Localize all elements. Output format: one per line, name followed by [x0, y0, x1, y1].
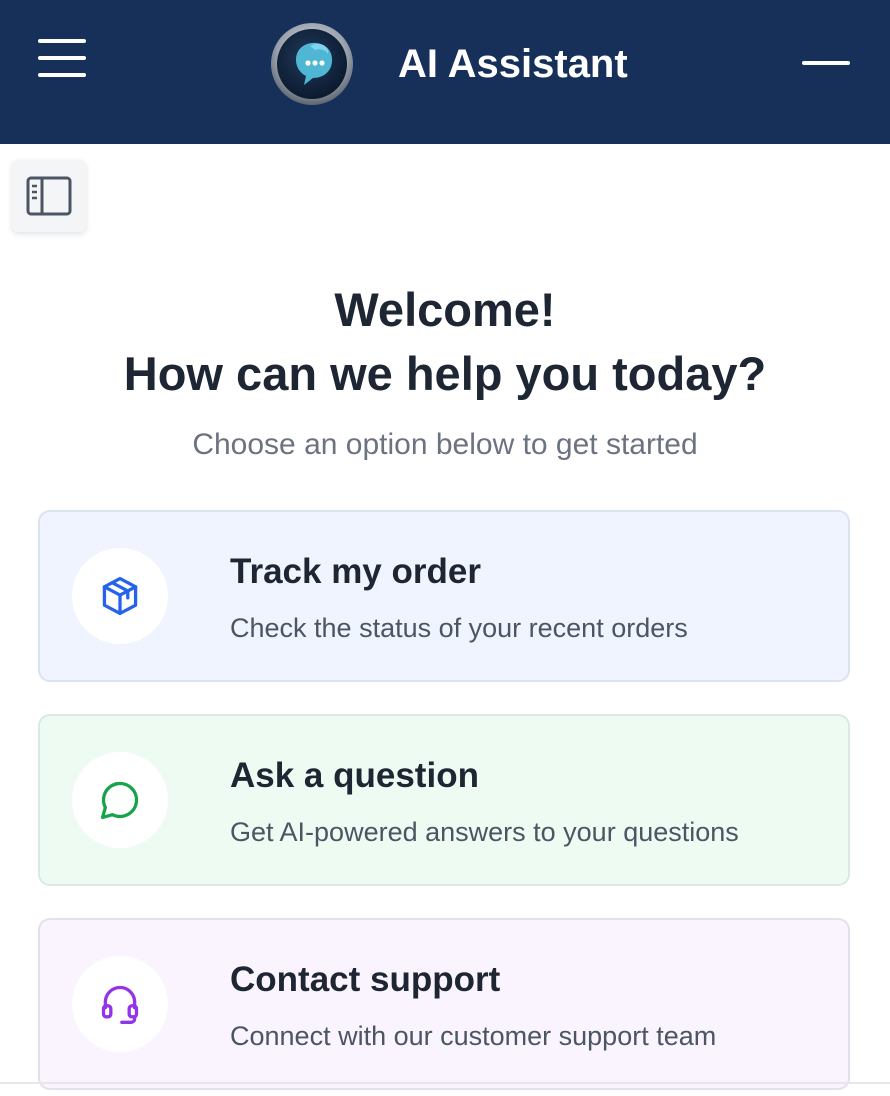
app-header: AI Assistant	[0, 0, 890, 144]
ask-question-option[interactable]: Ask a question Get AI-powered answers to…	[38, 714, 850, 886]
sidebar-panel-icon	[26, 176, 72, 216]
welcome-heading: Welcome! How can we help you today?	[0, 278, 890, 406]
ask-question-title: Ask a question	[230, 756, 479, 795]
contact-support-description: Connect with our customer support team	[230, 1021, 717, 1051]
chat-bubble-logo-icon	[270, 22, 354, 106]
track-order-option[interactable]: Track my order Check the status of your …	[38, 510, 850, 682]
package-box-icon	[102, 576, 138, 616]
ask-question-description: Get AI-powered answers to your questions	[230, 817, 739, 847]
hamburger-menu-icon[interactable]	[38, 39, 86, 77]
ask-question-icon-circle	[72, 752, 168, 848]
track-order-title: Track my order	[230, 552, 481, 591]
contact-support-icon-circle	[72, 956, 168, 1052]
track-order-description: Check the status of your recent orders	[230, 613, 688, 643]
app-title: AI Assistant	[398, 42, 628, 86]
contact-support-title: Contact support	[230, 960, 501, 999]
headset-icon	[101, 985, 139, 1024]
minimize-icon[interactable]	[800, 50, 852, 78]
bottom-divider	[0, 1082, 890, 1084]
contact-support-option[interactable]: Contact support Connect with our custome…	[38, 918, 850, 1090]
welcome-line-1: Welcome!	[334, 283, 556, 336]
message-circle-icon	[100, 781, 139, 820]
welcome-subtitle: Choose an option below to get started	[192, 428, 698, 461]
sidebar-toggle-button[interactable]	[12, 160, 86, 232]
track-order-icon-circle	[72, 548, 168, 644]
welcome-line-2: How can we help you today?	[123, 347, 767, 400]
